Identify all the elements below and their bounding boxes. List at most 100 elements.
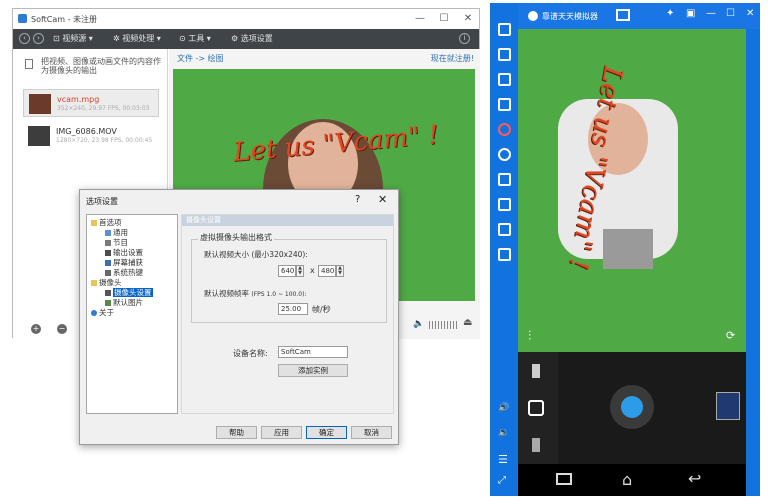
cancel-button[interactable]: 取消 — [351, 426, 392, 439]
maximize-icon[interactable]: ☐ — [726, 8, 735, 19]
switch-camera-icon[interactable]: ⟳ — [726, 329, 735, 342]
close-icon[interactable]: ✕ — [378, 193, 387, 206]
add-icon[interactable]: + — [31, 324, 41, 334]
tree-item-camera[interactable]: 摄像头 — [91, 277, 122, 287]
recent-apps-icon[interactable] — [556, 473, 572, 485]
tree-item-general[interactable]: 通用 — [105, 227, 128, 237]
volume-icon[interactable]: 🔈 — [413, 319, 424, 329]
tree-item-screen-capture[interactable]: 屏幕捕获 — [105, 257, 143, 267]
image-icon — [105, 300, 111, 306]
close-icon[interactable]: ✕ — [746, 8, 754, 19]
volume-slider[interactable] — [429, 321, 457, 329]
minimize-icon[interactable]: — — [706, 8, 716, 19]
tree-item-default-image[interactable]: 默认图片 — [105, 297, 143, 307]
tree-item-preferences[interactable]: 首选项 — [91, 217, 122, 227]
height-input[interactable]: 480 — [318, 265, 336, 277]
ok-button[interactable]: 确定 — [306, 426, 347, 439]
menu-tools[interactable]: ⊙ 工具 ▾ — [179, 33, 211, 44]
shake-icon[interactable] — [498, 198, 511, 211]
fps-unit: 帧/秒 — [312, 305, 331, 314]
folder-icon[interactable] — [498, 98, 511, 111]
eject-icon[interactable]: ⏏ — [463, 317, 472, 328]
location-icon[interactable] — [498, 148, 511, 161]
emulator-logo-icon — [528, 11, 538, 21]
video-mode-icon[interactable] — [532, 364, 540, 378]
file-name: IMG_6086.MOV — [56, 127, 117, 136]
home-icon[interactable]: ⌂ — [622, 470, 632, 489]
menu-video-processing[interactable]: ✲ 视频处理 ▾ — [113, 33, 161, 44]
rotate-icon[interactable] — [498, 48, 511, 61]
dialog-title: 选项设置 — [86, 197, 118, 206]
maximize-icon[interactable]: ☐ — [435, 12, 453, 26]
panel-title: 摄像头设置 — [182, 215, 393, 226]
add-instance-button[interactable]: 添加实例 — [278, 364, 348, 377]
help-icon[interactable]: ? — [355, 194, 360, 205]
screenshot-icon[interactable] — [498, 73, 511, 86]
close-icon[interactable]: ✕ — [459, 12, 477, 26]
settings-icon — [105, 230, 111, 236]
volume-down-icon[interactable]: 🔉 — [498, 428, 511, 441]
tree-label: 通用 — [113, 228, 128, 237]
share-icon[interactable] — [498, 248, 511, 261]
camera-icon[interactable] — [498, 123, 511, 136]
device-name-input[interactable]: SoftCam — [278, 346, 348, 358]
tab-icon[interactable] — [616, 9, 630, 21]
hint-text: 把视频、图像或动画文件的内容作为摄像头的输出 — [41, 57, 161, 75]
timelapse-icon[interactable] — [532, 438, 540, 452]
photo-mode-icon[interactable] — [528, 400, 544, 416]
menu-tools-label: 工具 ▾ — [188, 34, 211, 43]
settings-icon[interactable]: ▣ — [686, 8, 695, 19]
gallery-thumbnail[interactable] — [716, 392, 740, 420]
register-link[interactable]: 现在就注册! — [431, 53, 474, 64]
tree-label: 系统热键 — [113, 268, 143, 277]
breadcrumb[interactable]: 文件 -> 绘图 — [177, 53, 224, 64]
tree-item-hotkeys[interactable]: 系统热键 — [105, 267, 143, 277]
tree-item-about[interactable]: 关于 — [91, 307, 114, 317]
apk-icon[interactable] — [498, 173, 511, 186]
window-title: SoftCam - 未注册 — [31, 15, 98, 24]
back-icon[interactable]: ↩ — [688, 469, 701, 488]
emulator-right-bar — [746, 29, 760, 496]
tree-label: 节目 — [113, 238, 128, 247]
program-icon — [105, 240, 111, 246]
title-bar: SoftCam - 未注册 — ☐ ✕ — [13, 9, 479, 29]
android-nav-bar: ⌂ ↩ — [518, 464, 746, 496]
help-button[interactable]: 帮助 — [216, 426, 257, 439]
tree-item-program[interactable]: 节目 — [105, 237, 128, 247]
document-icon — [25, 59, 33, 69]
forward-icon[interactable]: › — [33, 33, 44, 44]
height-spinner[interactable]: ▲ ▼ — [336, 265, 344, 277]
back-icon[interactable]: ‹ — [19, 33, 30, 44]
file-meta: 1280×720, 23.98 FPS, 00:00:45 — [56, 137, 153, 144]
volume-up-icon[interactable]: 🔊 — [498, 403, 511, 416]
pin-icon[interactable]: ✦ — [666, 8, 674, 19]
clear-icon[interactable] — [498, 223, 511, 236]
tree-item-output[interactable]: 输出设置 — [105, 247, 143, 257]
file-item[interactable]: IMG_6086.MOV 1280×720, 23.98 FPS, 00:00:… — [23, 122, 159, 150]
fullscreen-icon[interactable]: ⤢ — [498, 475, 511, 488]
toolbar: ‹ › ⊡ 视频源 ▾ ✲ 视频处理 ▾ ⊙ 工具 ▾ ⚙ 选项设置 i — [13, 29, 479, 49]
menu-icon[interactable]: ☰ — [498, 453, 511, 466]
fps-input[interactable]: 25.00 — [278, 303, 308, 315]
info-icon[interactable]: i — [459, 33, 470, 44]
emulator-sidebar: 🔊 🔉 ☰ ⤢ — [490, 3, 518, 496]
minimize-icon[interactable]: — — [411, 12, 429, 26]
thumbnail — [29, 94, 51, 114]
remove-icon[interactable]: − — [57, 324, 67, 334]
menu-options[interactable]: ⚙ 选项设置 — [231, 33, 273, 44]
tree-label: 摄像头 — [99, 278, 122, 287]
file-item[interactable]: vcam.mpg 352×240, 29.97 FPS, 00:03:03 — [23, 89, 159, 117]
width-input[interactable]: 640 — [278, 265, 296, 277]
menu-video-source[interactable]: ⊡ 视频源 ▾ — [53, 33, 93, 44]
thumbnail — [28, 126, 50, 146]
device-label: 设备名称: — [233, 349, 268, 358]
menu-video-source-label: 视频源 ▾ — [62, 34, 93, 43]
fps-range: (FPS 1.0 ~ 100.0): — [251, 291, 307, 298]
apply-button[interactable]: 应用 — [261, 426, 302, 439]
width-spinner[interactable]: ▲ ▼ — [296, 265, 304, 277]
emulator-title-bar: 靠谱天天模拟器 ✦ ▣ — ☐ ✕ — [518, 3, 760, 29]
options-dialog: 选项设置 ? ✕ 首选项 通用 节目 输出设置 屏幕捕获 系统热键 摄像头 摄像… — [79, 189, 399, 445]
tree-item-camera-settings[interactable]: 摄像头设置 — [105, 287, 153, 297]
settings-sliders-icon[interactable]: ⫶ — [528, 329, 531, 344]
keyboard-icon[interactable] — [498, 23, 511, 36]
